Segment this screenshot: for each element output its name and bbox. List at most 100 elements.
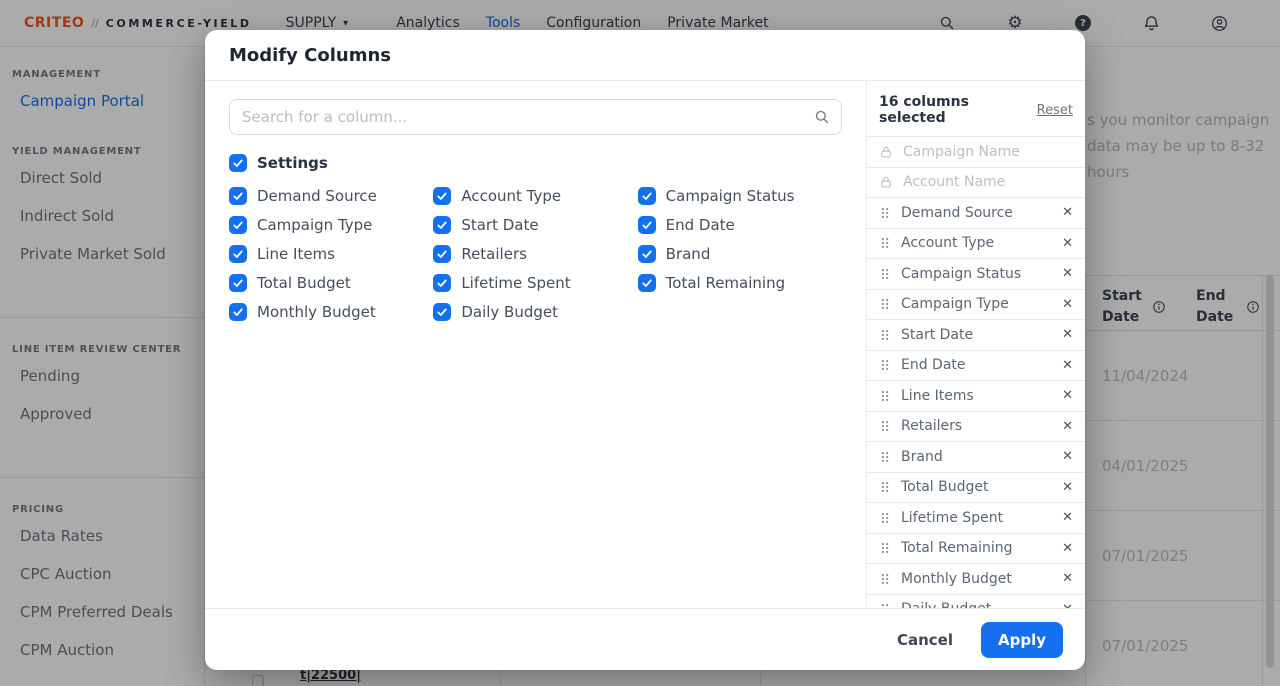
locked-column-campaign-name: Campaign Name bbox=[867, 136, 1085, 167]
remove-column-icon[interactable]: ✕ bbox=[1062, 236, 1073, 251]
selected-column-label: End Date bbox=[901, 357, 966, 373]
selected-column-retailers[interactable]: Retailers ✕ bbox=[867, 411, 1085, 442]
checkbox-checked-icon bbox=[229, 154, 247, 172]
drag-handle-icon[interactable] bbox=[879, 328, 891, 342]
column-checkbox-monthly-budget[interactable]: Monthly Budget bbox=[229, 303, 433, 321]
locked-column-label: Campaign Name bbox=[903, 144, 1020, 160]
selected-column-start-date[interactable]: Start Date✕ bbox=[867, 319, 1085, 350]
drag-handle-icon[interactable] bbox=[879, 541, 891, 555]
remove-column-icon[interactable]: ✕ bbox=[1062, 297, 1073, 312]
checkbox-checked-icon bbox=[433, 187, 451, 205]
column-checkbox-label: Total Budget bbox=[257, 274, 351, 292]
column-checkbox-label: End Date bbox=[666, 216, 735, 234]
remove-column-icon[interactable]: ✕ bbox=[1062, 388, 1073, 403]
column-checkbox-lifetime-spent[interactable]: Lifetime Spent bbox=[433, 274, 637, 292]
selected-column-brand[interactable]: Brand✕ bbox=[867, 441, 1085, 472]
modal-body: Settings Demand Source Account Type Campai… bbox=[205, 81, 1085, 608]
column-checkbox-end-date[interactable]: End Date bbox=[638, 216, 842, 234]
column-checkbox-label: Campaign Type bbox=[257, 216, 372, 234]
selected-column-end-date[interactable]: End Date ✕ bbox=[867, 350, 1085, 381]
selected-column-demand-source[interactable]: Demand Source✕ bbox=[867, 197, 1085, 228]
checkbox-checked-icon bbox=[433, 274, 451, 292]
selected-columns-panel: 16 columns selected Reset Campaign Name A… bbox=[866, 81, 1085, 608]
selected-column-monthly-budget[interactable]: Monthly Budget ✕ bbox=[867, 563, 1085, 594]
remove-column-icon[interactable]: ✕ bbox=[1062, 358, 1073, 373]
column-checkbox-total-remaining[interactable]: Total Remaining bbox=[638, 274, 842, 292]
column-checkbox-label: Brand bbox=[666, 245, 711, 263]
selected-column-label: Total Budget bbox=[901, 479, 989, 495]
drag-handle-icon[interactable] bbox=[879, 450, 891, 464]
drag-handle-icon[interactable] bbox=[879, 206, 891, 220]
selected-column-line-items[interactable]: Line Items ✕ bbox=[867, 380, 1085, 411]
remove-column-icon[interactable]: ✕ bbox=[1062, 571, 1073, 586]
remove-column-icon[interactable]: ✕ bbox=[1062, 541, 1073, 556]
search-icon bbox=[814, 109, 830, 125]
checkbox-checked-icon bbox=[229, 187, 247, 205]
selected-column-account-type[interactable]: Account Type ✕ bbox=[867, 228, 1085, 259]
column-picker: Settings Demand Source Account Type Campai… bbox=[205, 81, 866, 608]
drag-handle-icon[interactable] bbox=[879, 267, 891, 281]
column-checkbox-grid: Demand Source Account Type Campaign Status… bbox=[229, 187, 842, 321]
drag-handle-icon[interactable] bbox=[879, 480, 891, 494]
column-checkbox-daily-budget[interactable]: Daily Budget bbox=[433, 303, 637, 321]
remove-column-icon[interactable]: ✕ bbox=[1062, 327, 1073, 342]
selected-column-label: Monthly Budget bbox=[901, 571, 1012, 587]
column-search-input[interactable] bbox=[229, 99, 842, 135]
column-checkbox-label: Account Type bbox=[461, 187, 561, 205]
checkbox-checked-icon bbox=[229, 216, 247, 234]
selected-column-total-remaining[interactable]: Total Remaining ✕ bbox=[867, 533, 1085, 564]
drag-handle-icon[interactable] bbox=[879, 419, 891, 433]
remove-column-icon[interactable]: ✕ bbox=[1062, 510, 1073, 525]
remove-column-icon[interactable]: ✕ bbox=[1062, 266, 1073, 281]
apply-button[interactable]: Apply bbox=[981, 622, 1063, 658]
remove-column-icon[interactable]: ✕ bbox=[1062, 419, 1073, 434]
selected-column-total-budget[interactable]: Total Budget ✕ bbox=[867, 472, 1085, 503]
selected-column-lifetime-spent[interactable]: Lifetime Spent✕ bbox=[867, 502, 1085, 533]
remove-column-icon[interactable]: ✕ bbox=[1062, 205, 1073, 220]
column-checkbox-start-date[interactable]: Start Date bbox=[433, 216, 637, 234]
settings-group-checkbox[interactable]: Settings bbox=[229, 154, 842, 172]
selected-column-label: Line Items bbox=[901, 388, 974, 404]
selected-column-label: Retailers bbox=[901, 418, 962, 434]
column-checkbox-retailers[interactable]: Retailers bbox=[433, 245, 637, 263]
selected-column-label: Total Remaining bbox=[901, 540, 1013, 556]
selected-column-campaign-type[interactable]: Campaign Type✕ bbox=[867, 289, 1085, 320]
checkbox-checked-icon bbox=[229, 303, 247, 321]
selected-column-campaign-status[interactable]: Campaign Status✕ bbox=[867, 258, 1085, 289]
column-checkbox-label: Lifetime Spent bbox=[461, 274, 570, 292]
column-checkbox-label: Line Items bbox=[257, 245, 335, 263]
checkbox-checked-icon bbox=[229, 245, 247, 263]
column-checkbox-account-type[interactable]: Account Type bbox=[433, 187, 637, 205]
lock-icon bbox=[879, 175, 893, 189]
column-checkbox-label: Campaign Status bbox=[666, 187, 795, 205]
column-checkbox-campaign-type[interactable]: Campaign Type bbox=[229, 216, 433, 234]
selected-count: 16 columns selected bbox=[879, 94, 1037, 126]
modify-columns-modal: Modify Columns Settings Demand SourceAcc… bbox=[205, 30, 1085, 670]
column-checkbox-label: Retailers bbox=[461, 245, 527, 263]
column-checkbox-label: Total Remaining bbox=[666, 274, 785, 292]
drag-handle-icon[interactable] bbox=[879, 511, 891, 525]
selected-column-label: Account Type bbox=[901, 235, 994, 251]
drag-handle-icon[interactable] bbox=[879, 389, 891, 403]
checkbox-checked-icon bbox=[433, 245, 451, 263]
column-checkbox-label: Start Date bbox=[461, 216, 538, 234]
locked-column-label: Account Name bbox=[903, 174, 1005, 190]
drag-handle-icon[interactable] bbox=[879, 358, 891, 372]
remove-column-icon[interactable]: ✕ bbox=[1062, 480, 1073, 495]
modal-footer: Cancel Apply bbox=[205, 608, 1085, 670]
cancel-button[interactable]: Cancel bbox=[897, 631, 953, 649]
settings-group-label: Settings bbox=[257, 154, 328, 172]
column-checkbox-campaign-status[interactable]: Campaign Status bbox=[638, 187, 842, 205]
drag-handle-icon[interactable] bbox=[879, 297, 891, 311]
remove-column-icon[interactable]: ✕ bbox=[1062, 449, 1073, 464]
selected-columns-list: Campaign NameAccount NameDemand Source✕A… bbox=[867, 136, 1085, 608]
column-checkbox-line-items[interactable]: Line Items bbox=[229, 245, 433, 263]
drag-handle-icon[interactable] bbox=[879, 236, 891, 250]
selected-column-label: Daily Budget bbox=[901, 601, 991, 608]
selected-column-daily-budget[interactable]: Daily Budget✕ bbox=[867, 594, 1085, 609]
reset-link[interactable]: Reset bbox=[1037, 103, 1073, 118]
column-checkbox-total-budget[interactable]: Total Budget bbox=[229, 274, 433, 292]
column-checkbox-brand[interactable]: Brand bbox=[638, 245, 842, 263]
drag-handle-icon[interactable] bbox=[879, 572, 891, 586]
column-checkbox-demand-source[interactable]: Demand Source bbox=[229, 187, 433, 205]
